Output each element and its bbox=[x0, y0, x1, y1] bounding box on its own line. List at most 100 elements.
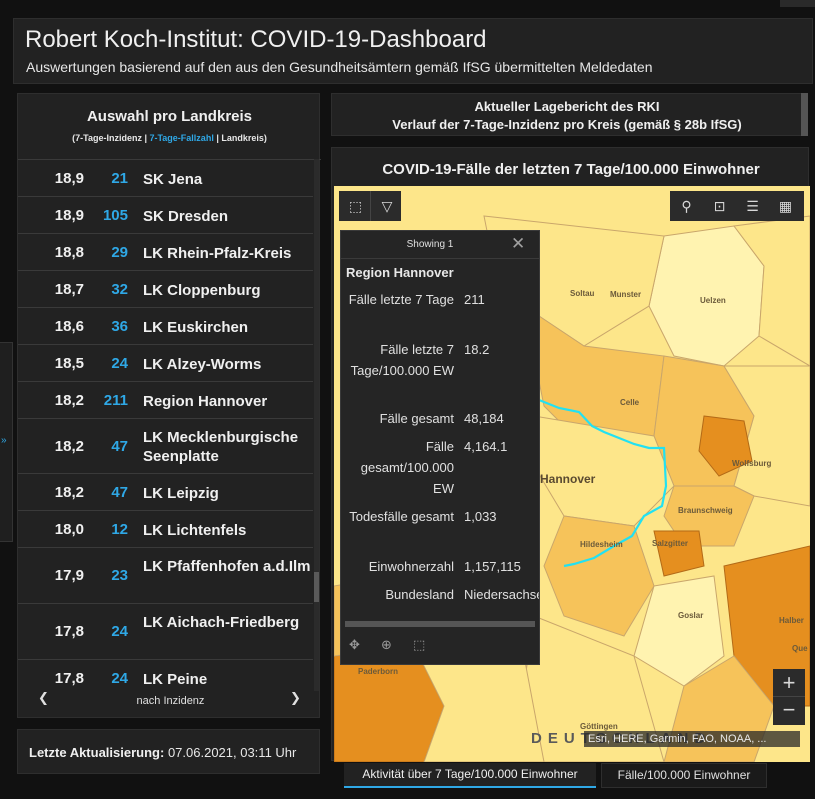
legend-part-district: | Landkreis) bbox=[213, 133, 267, 143]
zoom-to-icon[interactable]: ⊕ bbox=[381, 637, 392, 653]
list-scrollbar-thumb[interactable] bbox=[314, 572, 319, 602]
list-item[interactable]: 18,2 47 LK Leipzig bbox=[18, 474, 313, 511]
map-select-toolbar: ⬚ ▽ bbox=[339, 191, 401, 221]
map-label-uelzen: Uelzen bbox=[700, 296, 726, 305]
case-count-value: 12 bbox=[111, 521, 128, 538]
case-count-value: 21 bbox=[111, 170, 128, 187]
map-label-munster: Munster bbox=[610, 290, 642, 299]
zoom-controls: + − bbox=[773, 669, 805, 725]
map-label-braunschweig: Braunschweig bbox=[678, 506, 733, 515]
zoom-in-button[interactable]: + bbox=[773, 669, 805, 697]
list-item[interactable]: 18,8 29 LK Rhein-Pfalz-Kreis bbox=[18, 234, 313, 271]
popup-field-value: 4,164.1 bbox=[464, 439, 508, 454]
incidence-value: 18,2 bbox=[54, 392, 84, 409]
incidence-value: 17,9 bbox=[54, 567, 84, 584]
district-name: LK Leipzig bbox=[143, 485, 219, 502]
popup-field-label: Einwohnerzahl bbox=[368, 559, 454, 574]
qr-code-icon[interactable]: ▦ bbox=[769, 191, 802, 221]
district-name: LK Peine bbox=[143, 671, 208, 688]
popup-field-value: 211 bbox=[464, 292, 485, 307]
select-tool-icon[interactable]: ⬚ bbox=[339, 191, 372, 221]
last-update-label: Letzte Aktualisierung: bbox=[29, 745, 165, 760]
incidence-value: 18,9 bbox=[54, 170, 84, 187]
incidence-value: 18,7 bbox=[54, 281, 84, 298]
report-scrollbar[interactable] bbox=[801, 93, 808, 136]
list-item[interactable]: 17,9 23 LK Pfaffenhofen a.d.Ilm bbox=[18, 548, 313, 604]
zoom-out-button[interactable]: − bbox=[773, 697, 805, 725]
incidence-history-link[interactable]: Verlauf der 7-Tage-Inzidenz pro Kreis (g… bbox=[332, 117, 802, 132]
select-feature-icon[interactable]: ⬚ bbox=[413, 637, 425, 653]
layer-list-icon[interactable]: ☰ bbox=[736, 191, 769, 221]
incidence-value: 18,2 bbox=[54, 438, 84, 455]
map-label-halberstadt: Halber bbox=[779, 616, 804, 625]
list-item[interactable]: 18,0 12 LK Lichtenfels bbox=[18, 511, 313, 548]
case-count-value: 105 bbox=[102, 207, 128, 224]
list-item[interactable]: 18,9 21 SK Jena bbox=[18, 160, 313, 197]
list-item[interactable]: 18,2 211 Region Hannover bbox=[18, 382, 313, 419]
close-icon[interactable]: ✕ bbox=[511, 234, 525, 254]
map-label-quedlinburg: Que bbox=[792, 644, 808, 653]
sort-label: nach Inzidenz bbox=[136, 695, 205, 707]
popup-horizontal-scrollbar[interactable] bbox=[345, 621, 535, 627]
list-legend: (7-Tage-Inzidenz | 7-Tage-Fallzahl | Lan… bbox=[18, 133, 321, 143]
case-count-value: 24 bbox=[111, 670, 128, 687]
legend-part-cases: 7-Tage-Fallzahl bbox=[149, 133, 214, 143]
tab-activity-7-days[interactable]: Aktivität über 7 Tage/100.000 Einwohner bbox=[344, 763, 596, 788]
legend-part-incidence: (7-Tage-Inzidenz | bbox=[72, 133, 150, 143]
popup-field-label: Fälle gesamt/100.000 EW bbox=[360, 439, 454, 496]
incidence-value: 18,9 bbox=[54, 207, 84, 224]
list-pagination: ❮ nach Inzidenz ❯ bbox=[28, 690, 313, 714]
list-item[interactable]: 17,8 24 LK Peine bbox=[18, 660, 313, 691]
map-label-soltau: Soltau bbox=[570, 289, 595, 298]
popup-title: Region Hannover bbox=[346, 265, 454, 280]
popup-field-value: Niedersachsen bbox=[464, 587, 539, 602]
list-item[interactable]: 18,5 24 LK Alzey-Worms bbox=[18, 345, 313, 382]
last-update-value: 07.06.2021, 03:11 Uhr bbox=[164, 745, 297, 760]
situation-report-panel[interactable]: Aktueller Lagebericht des RKI Verlauf de… bbox=[331, 93, 803, 136]
map-label-hildesheim: Hildesheim bbox=[580, 540, 623, 549]
incidence-value: 17,8 bbox=[54, 623, 84, 640]
popup-header: Showing 1 ✕ bbox=[341, 231, 539, 259]
district-name: LK Rhein-Pfalz-Kreis bbox=[143, 245, 292, 262]
district-name: LK Lichtenfels bbox=[143, 522, 247, 539]
popup-field-label: Todesfälle gesamt bbox=[349, 509, 454, 524]
incidence-value: 18,6 bbox=[54, 318, 84, 335]
popup-field-value: 1,157,115 bbox=[464, 559, 521, 574]
list-item[interactable]: 18,7 32 LK Cloppenburg bbox=[18, 271, 313, 308]
district-name: LK Mecklenburgische Seenplatte bbox=[143, 429, 299, 465]
district-name: SK Jena bbox=[143, 171, 203, 188]
app-title: Robert Koch-Institut: COVID-19-Dashboard bbox=[25, 26, 487, 53]
app-header: Robert Koch-Institut: COVID-19-Dashboard… bbox=[13, 18, 813, 84]
select-dropdown-icon[interactable]: ▽ bbox=[370, 191, 403, 221]
last-update-panel: Letzte Aktualisierung: 07.06.2021, 03:11… bbox=[17, 729, 320, 774]
map-attribution[interactable]: Esri, HERE, Garmin, FAO, NOAA, ... bbox=[584, 731, 800, 747]
map-label-salzgitter: Salzgitter bbox=[652, 539, 689, 548]
situation-report-link[interactable]: Aktueller Lagebericht des RKI bbox=[332, 99, 802, 114]
case-count-value: 47 bbox=[111, 484, 128, 501]
district-name: LK Euskirchen bbox=[143, 319, 249, 336]
popup-field-label: Fälle gesamt bbox=[379, 411, 454, 426]
map-label-paderborn: Paderborn bbox=[358, 667, 399, 676]
bookmark-icon[interactable]: ⊡ bbox=[703, 191, 736, 221]
list-item[interactable]: 17,8 24 LK Aichach-Friedberg bbox=[18, 604, 313, 660]
case-count-value: 24 bbox=[111, 355, 128, 372]
list-item[interactable]: 18,2 47 LK Mecklenburgische Seenplatte bbox=[18, 419, 313, 474]
list-scrollbar[interactable] bbox=[314, 159, 319, 691]
incidence-value: 18,5 bbox=[54, 355, 84, 372]
map-label-wolfsburg: Wolfsburg bbox=[732, 459, 772, 468]
district-list[interactable]: 18,9 21 SK Jena 18,9 105 SK Dresden 18,8 29 LK R… bbox=[18, 159, 321, 691]
list-item[interactable]: 18,9 105 SK Dresden bbox=[18, 197, 313, 234]
district-name: LK Cloppenburg bbox=[143, 282, 261, 299]
pan-icon[interactable]: ✥ bbox=[349, 637, 360, 653]
district-name: SK Dresden bbox=[143, 208, 229, 225]
choropleth-map[interactable]: Soltau Munster Uelzen Celle Hannover Wol… bbox=[334, 186, 810, 762]
tab-cases-per-100k[interactable]: Fälle/100.000 Einwohner bbox=[601, 763, 767, 788]
side-panel-toggle[interactable]: » bbox=[0, 342, 13, 542]
district-name: LK Aichach-Friedberg bbox=[143, 614, 300, 631]
search-icon[interactable]: ⚲ bbox=[670, 191, 703, 221]
app-subtitle: Auswertungen basierend auf den aus den G… bbox=[26, 59, 653, 75]
list-item[interactable]: 18,6 36 LK Euskirchen bbox=[18, 308, 313, 345]
next-page-button[interactable]: ❯ bbox=[290, 690, 301, 706]
district-list-panel: Auswahl pro Landkreis (7-Tage-Inzidenz |… bbox=[17, 93, 321, 718]
map-label-celle: Celle bbox=[620, 398, 640, 407]
